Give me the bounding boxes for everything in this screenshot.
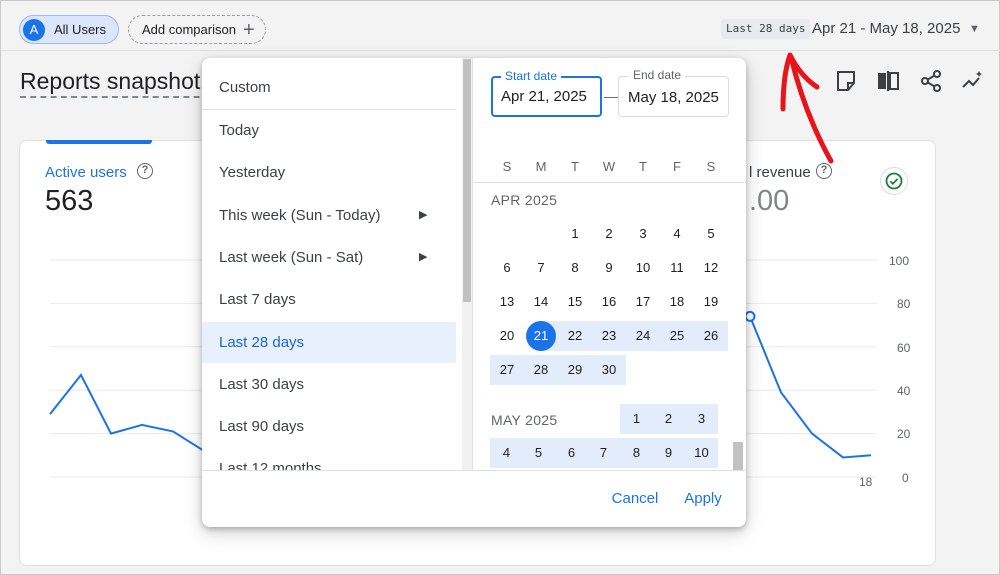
calendar-day[interactable]: 19 [694, 287, 728, 317]
preset-last-12-months[interactable]: Last 12 months [202, 448, 456, 470]
y-tick-label: 60 [897, 341, 911, 355]
calendar-day[interactable]: 27 [490, 355, 524, 385]
divider [473, 182, 746, 183]
cancel-button[interactable]: Cancel [606, 484, 664, 514]
calendar-day[interactable]: 3 [626, 219, 660, 249]
calendar-day[interactable]: 2 [592, 219, 626, 249]
end-date-value: May 18, 2025 [628, 89, 719, 106]
calendar-day[interactable]: 18 [660, 287, 694, 317]
y-tick-label: 80 [897, 297, 911, 311]
y-tick-label: 20 [897, 427, 911, 441]
month-label: MAY 2025 [491, 412, 558, 428]
calendar-day[interactable]: 13 [490, 287, 524, 317]
calendar-day[interactable]: 6 [490, 253, 524, 283]
divider [472, 58, 473, 470]
submenu-arrow-icon: ▶ [419, 209, 428, 221]
calendar-day[interactable]: 15 [558, 287, 592, 317]
start-date-label: Start date [501, 69, 562, 83]
calendar-day[interactable]: 29 [558, 355, 592, 385]
y-tick-label: 100 [889, 254, 910, 268]
calendar-day[interactable]: 3 [685, 404, 718, 434]
weekday-label: S [706, 159, 716, 174]
preset-today[interactable]: Today [202, 110, 456, 151]
calendar-day[interactable]: 14 [524, 287, 558, 317]
start-date-field[interactable]: Start date Apr 21, 2025 [491, 69, 602, 117]
preset-list: Custom Today Yesterday This week (Sun - … [202, 58, 473, 470]
range-dash: — [604, 88, 618, 104]
calendar-day[interactable]: 20 [490, 321, 524, 351]
month-label: APR 2025 [491, 192, 558, 208]
start-date-value: Apr 21, 2025 [501, 88, 587, 105]
weekday-label: M [535, 159, 547, 174]
preset-last-7-days[interactable]: Last 7 days [202, 279, 456, 320]
x-tick-label: 18 [859, 475, 873, 489]
preset-last-30-days[interactable]: Last 30 days [202, 364, 456, 405]
series-line [49, 373, 205, 452]
calendar-day[interactable]: 10 [685, 438, 718, 468]
calendar-day[interactable]: 5 [694, 219, 728, 249]
calendar-day[interactable]: 22 [558, 321, 592, 351]
calendar-day[interactable]: 17 [626, 287, 660, 317]
preset-last-week[interactable]: Last week (Sun - Sat) ▶ [202, 237, 456, 278]
calendar-day[interactable]: 7 [587, 438, 620, 468]
weekday-label: W [602, 159, 616, 174]
calendar-day[interactable]: 25 [660, 321, 694, 351]
calendar-scrollbar[interactable] [733, 442, 743, 470]
scrollbar-thumb[interactable] [463, 59, 471, 302]
calendar-day[interactable]: 6 [555, 438, 588, 468]
calendar-day[interactable]: 30 [592, 355, 626, 385]
data-point[interactable] [744, 310, 756, 322]
calendar-day[interactable]: 4 [660, 219, 694, 249]
calendar-day[interactable]: 24 [626, 321, 660, 351]
series-line [749, 316, 872, 459]
calendar-day[interactable]: 16 [592, 287, 626, 317]
calendar-day[interactable]: 2 [652, 404, 685, 434]
end-date-label: End date [629, 68, 686, 82]
preset-scrollbar[interactable] [462, 58, 472, 470]
calendar-day[interactable]: 10 [626, 253, 660, 283]
apply-button[interactable]: Apply [679, 484, 727, 514]
app-frame: A All Users Add comparison + Last 28 day… [0, 0, 1000, 575]
calendar-day[interactable]: 21 [524, 321, 558, 351]
end-date-field[interactable]: End date May 18, 2025 [618, 68, 729, 117]
y-tick-label: 0 [902, 471, 909, 485]
arrow-annotation-icon [780, 52, 834, 164]
calendar-day[interactable]: 1 [558, 219, 592, 249]
y-tick-label: 40 [897, 384, 911, 398]
weekday-label: T [639, 159, 647, 174]
calendar-day[interactable]: 28 [524, 355, 558, 385]
calendar-day[interactable]: 8 [620, 438, 653, 468]
calendar-day[interactable]: 26 [694, 321, 728, 351]
weekday-label: F [673, 159, 681, 174]
calendar-day[interactable]: 12 [694, 253, 728, 283]
submenu-arrow-icon: ▶ [419, 251, 428, 263]
calendar-day[interactable]: 7 [524, 253, 558, 283]
calendar-day[interactable]: 9 [652, 438, 685, 468]
weekday-label: T [571, 159, 579, 174]
calendar-day[interactable]: 23 [592, 321, 626, 351]
calendar-day[interactable]: 9 [592, 253, 626, 283]
date-range-dropdown: Custom Today Yesterday This week (Sun - … [202, 58, 746, 527]
preset-yesterday[interactable]: Yesterday [202, 152, 456, 193]
calendar-day[interactable]: 11 [660, 253, 694, 283]
preset-last-90-days[interactable]: Last 90 days [202, 406, 456, 447]
calendar-day[interactable]: 1 [620, 404, 653, 434]
divider [202, 470, 746, 471]
calendar-day[interactable]: 4 [490, 438, 523, 468]
calendar-day[interactable]: 8 [558, 253, 592, 283]
calendar-day[interactable]: 5 [522, 438, 555, 468]
preset-this-week[interactable]: This week (Sun - Today) ▶ [202, 195, 456, 236]
preset-last-28-days[interactable]: Last 28 days [202, 322, 456, 363]
weekday-label: S [502, 159, 512, 174]
preset-custom[interactable]: Custom [202, 67, 456, 108]
